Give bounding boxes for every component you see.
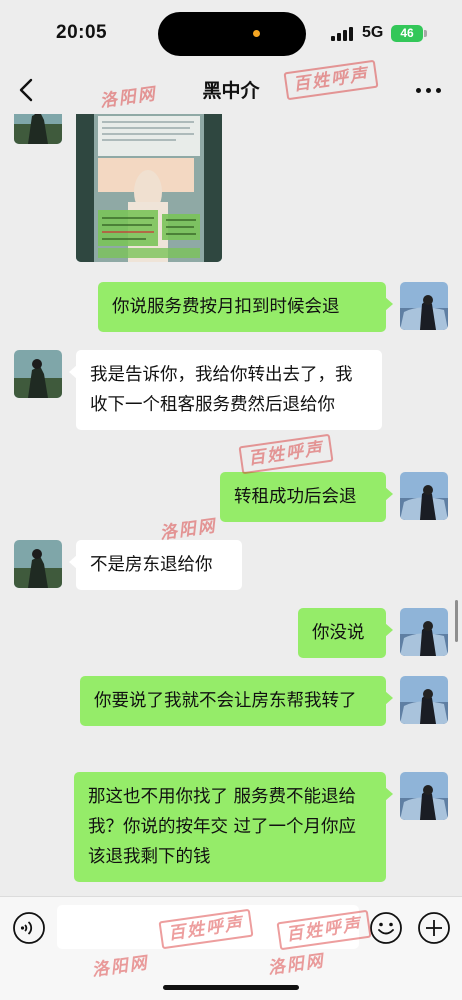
voice-icon — [13, 912, 45, 944]
status-bar: 20:05 5G 46 — [0, 0, 462, 66]
chat-header: 黑中介 — [0, 66, 462, 114]
privacy-indicator-icon — [253, 30, 260, 37]
image-message[interactable] — [76, 114, 222, 262]
received-message[interactable]: 不是房东退给你 — [69, 540, 242, 590]
contact-avatar[interactable] — [14, 540, 62, 588]
network-type: 5G — [362, 24, 384, 41]
chat-message-list[interactable]: 你说服务费按月扣到时候会退 我是告诉你，我给你转出去了，我收下一个租客服务费然后… — [0, 114, 462, 896]
home-indicator[interactable] — [163, 985, 299, 990]
my-avatar[interactable] — [400, 282, 448, 330]
emoji-button[interactable] — [369, 911, 403, 945]
message-input[interactable] — [57, 905, 359, 949]
my-avatar[interactable] — [400, 676, 448, 724]
plus-icon — [418, 912, 450, 944]
received-message[interactable]: 我是告诉你，我给你转出去了，我收下一个租客服务费然后退给你 — [69, 350, 382, 430]
contact-avatar[interactable] — [14, 350, 62, 398]
battery-level: 46 — [391, 25, 423, 42]
sent-message[interactable]: 转租成功后会退 — [220, 472, 393, 522]
emoji-icon — [370, 912, 402, 944]
sent-message[interactable]: 你说服务费按月扣到时候会退 — [98, 282, 393, 332]
more-options-button[interactable] — [414, 84, 444, 96]
status-time: 20:05 — [56, 22, 108, 43]
voice-input-button[interactable] — [12, 911, 46, 945]
battery-cap-icon — [424, 30, 427, 37]
sent-message[interactable]: 你没说 — [298, 608, 393, 658]
my-avatar[interactable] — [400, 472, 448, 520]
sent-message[interactable]: 那这也不用你找了 服务费不能退给我？你说的按年交 过了一个月你应该退我剩下的钱 — [74, 772, 393, 882]
sent-message[interactable]: 你要说了我就不会让房东帮我转了 — [80, 676, 393, 726]
scrollbar[interactable] — [455, 600, 458, 642]
dynamic-island — [158, 12, 306, 56]
contact-avatar[interactable] — [14, 114, 62, 144]
chat-screenshot-image — [76, 114, 222, 262]
chat-title: 黑中介 — [202, 80, 260, 102]
my-avatar[interactable] — [400, 772, 448, 820]
signal-strength-icon — [331, 27, 355, 41]
message-input-bar — [0, 896, 462, 1000]
my-avatar[interactable] — [400, 608, 448, 656]
more-functions-button[interactable] — [417, 911, 451, 945]
